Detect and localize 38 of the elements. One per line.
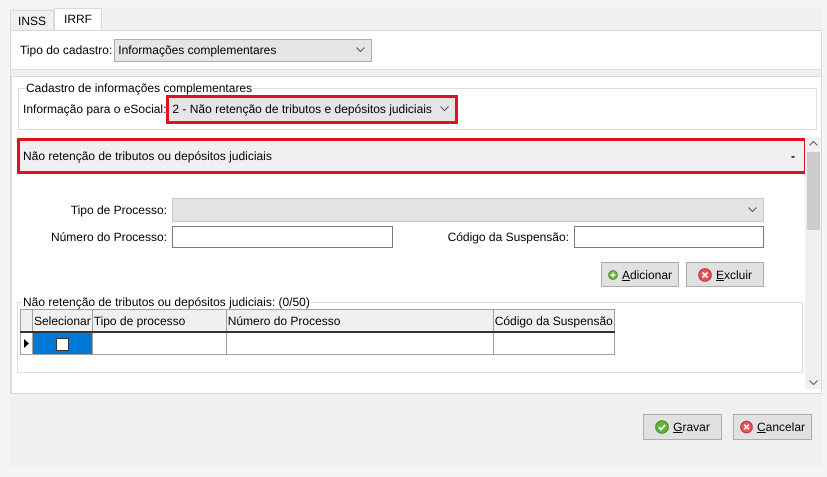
group-title: Cadastro de informações complementares (25, 81, 254, 95)
section-title: Não retenção de tributos ou depósitos judiciais (23, 149, 272, 163)
row-pointer-icon (24, 338, 29, 348)
plus-icon (608, 268, 618, 282)
input-field[interactable] (574, 226, 764, 248)
field-label: Tipo do cadastro: (20, 43, 112, 57)
input-field[interactable] (172, 226, 393, 248)
chevron-down-icon[interactable] (808, 380, 818, 386)
field-label: Código da Suspensão: (446, 230, 569, 244)
scroll-thumb[interactable] (806, 152, 820, 230)
check-icon (655, 420, 670, 434)
field-label: Número do Processo: (50, 230, 167, 244)
collapse-toggle[interactable]: - (791, 149, 795, 163)
save-button[interactable]: Gravar (643, 414, 722, 440)
cancel-button[interactable]: Cancelar (733, 414, 812, 440)
dropdown[interactable]: Informações complementares (114, 38, 372, 62)
chevron-down-icon (748, 207, 757, 213)
chevron-down-icon (440, 106, 450, 112)
chevron-up-icon[interactable] (808, 140, 818, 146)
close-icon (698, 268, 712, 282)
field-label: Tipo de Processo: (70, 203, 167, 217)
scrollbar[interactable] (805, 137, 821, 389)
field-label: Informação para o eSocial: (23, 102, 166, 116)
column-header[interactable]: Tipo de processo (92, 310, 226, 332)
delete-button[interactable]: Excluir (686, 262, 764, 287)
checkbox[interactable] (56, 338, 69, 351)
add-button[interactable]: Adicionar (601, 262, 679, 287)
close-icon (740, 420, 753, 434)
dropdown[interactable]: 2 - Não retenção de tributos e depósitos judiciais (168, 96, 456, 122)
column-header[interactable]: Número do Processo (226, 310, 494, 332)
tab[interactable]: INSS (10, 10, 54, 30)
section-header[interactable]: Não retenção de tributos ou depósitos judiciais - (19, 140, 805, 172)
tab[interactable]: IRRF (54, 8, 102, 30)
group-title: Não retenção de tributos ou depósitos judiciais: (0/50) (22, 295, 311, 309)
column-header[interactable]: Selecionar (32, 310, 92, 332)
chevron-down-icon (356, 47, 366, 53)
table-cell[interactable] (32, 332, 92, 354)
column-header[interactable]: Código da Suspensão (493, 310, 614, 332)
